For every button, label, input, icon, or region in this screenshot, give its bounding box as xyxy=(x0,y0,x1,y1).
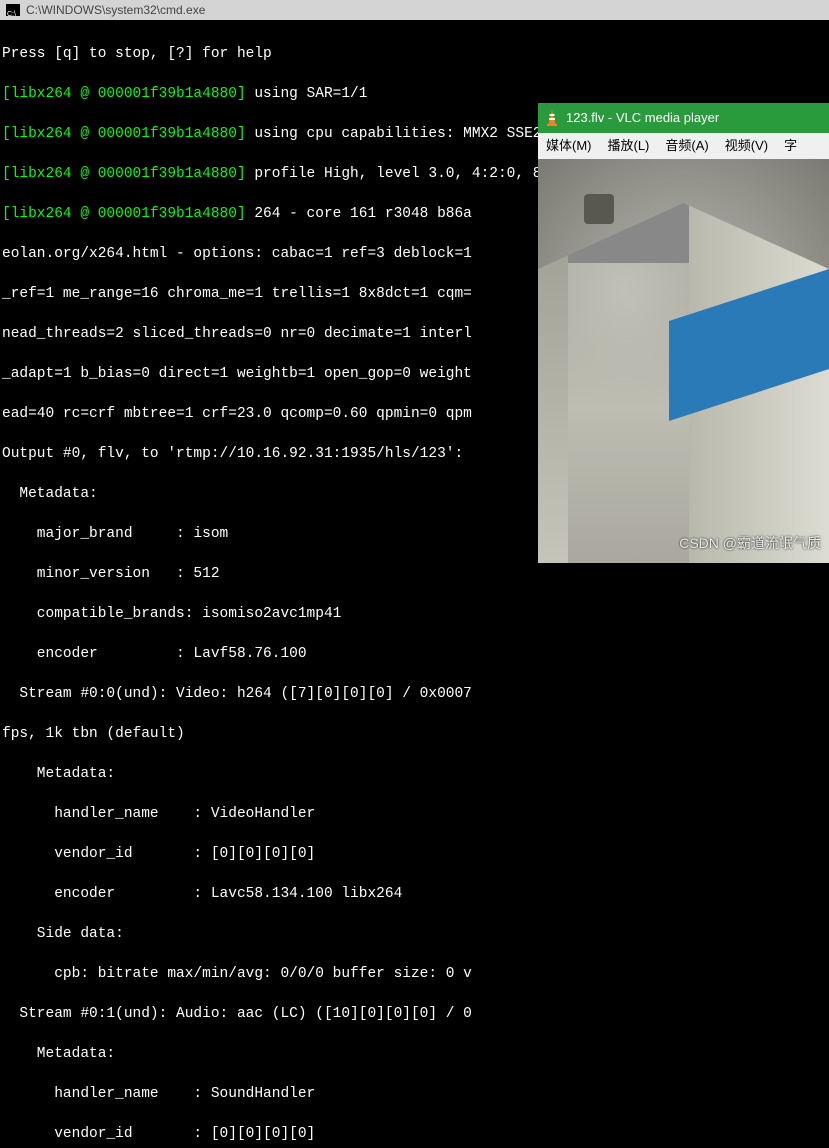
term-line: Stream #0:0(und): Video: h264 ([7][0][0]… xyxy=(2,684,829,704)
video-vanishing-point xyxy=(584,194,614,224)
libx264-tag: [libx264 @ 000001f39b1a4880] xyxy=(2,126,246,142)
term-text: profile High, level 3.0, 4:2:0, 8-bit xyxy=(246,166,577,182)
libx264-tag: [libx264 @ 000001f39b1a4880] xyxy=(2,166,246,182)
term-line: handler_name : SoundHandler xyxy=(2,1084,829,1104)
vlc-menu-bar: 媒体(M) 播放(L) 音频(A) 视频(V) 字 xyxy=(538,133,829,159)
term-line: encoder : Lavc58.134.100 libx264 xyxy=(2,884,829,904)
term-line: Press [q] to stop, [?] for help xyxy=(2,44,829,64)
vlc-cone-icon xyxy=(544,109,560,127)
term-line: fps, 1k tbn (default) xyxy=(2,724,829,744)
term-line: cpb: bitrate max/min/avg: 0/0/0 buffer s… xyxy=(2,964,829,984)
term-text: using SAR=1/1 xyxy=(246,86,368,102)
vlc-menu-video[interactable]: 视频(V) xyxy=(717,136,776,156)
cmd-title-text: C:\WINDOWS\system32\cmd.exe xyxy=(26,0,205,20)
cmd-icon xyxy=(6,4,20,16)
term-text: 264 - core 161 r3048 b86a xyxy=(246,206,472,222)
term-line: Stream #0:1(und): Audio: aac (LC) ([10][… xyxy=(2,1004,829,1024)
term-line: vendor_id : [0][0][0][0] xyxy=(2,1124,829,1144)
vlc-menu-subtitle[interactable]: 字 xyxy=(776,136,805,156)
libx264-tag: [libx264 @ 000001f39b1a4880] xyxy=(2,206,246,222)
term-line: minor_version : 512 xyxy=(2,564,829,584)
vlc-menu-media[interactable]: 媒体(M) xyxy=(538,136,600,156)
term-line: Metadata: xyxy=(2,764,829,784)
term-line: [libx264 @ 000001f39b1a4880] using SAR=1… xyxy=(2,84,829,104)
vlc-window[interactable]: 123.flv - VLC media player 媒体(M) 播放(L) 音… xyxy=(538,103,829,563)
term-line: compatible_brands: isomiso2avc1mp41 xyxy=(2,604,829,624)
vlc-menu-play[interactable]: 播放(L) xyxy=(600,136,658,156)
csdn-watermark: CSDN @霸道流氓气质 xyxy=(679,533,821,553)
term-line: Metadata: xyxy=(2,1044,829,1064)
term-line: handler_name : VideoHandler xyxy=(2,804,829,824)
vlc-menu-audio[interactable]: 音频(A) xyxy=(657,136,716,156)
term-line: Side data: xyxy=(2,924,829,944)
term-line: encoder : Lavf58.76.100 xyxy=(2,644,829,664)
cmd-title-bar[interactable]: C:\WINDOWS\system32\cmd.exe xyxy=(0,0,829,20)
vlc-video-area[interactable]: CSDN @霸道流氓气质 xyxy=(538,159,829,563)
libx264-tag: [libx264 @ 000001f39b1a4880] xyxy=(2,86,246,102)
vlc-title-bar[interactable]: 123.flv - VLC media player xyxy=(538,103,829,133)
term-line: vendor_id : [0][0][0][0] xyxy=(2,844,829,864)
vlc-title-text: 123.flv - VLC media player xyxy=(566,108,719,128)
